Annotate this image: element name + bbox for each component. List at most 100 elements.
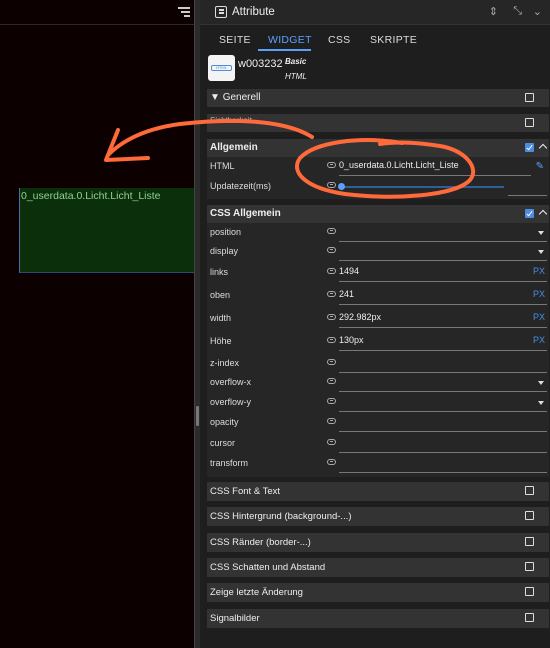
editor-canvas[interactable]: 0_userdata.0.Licht.Licht_Liste	[0, 0, 194, 648]
group-css-allgemein[interactable]: CSS Allgemein	[207, 205, 549, 223]
section-checkbox[interactable]	[525, 537, 534, 546]
section-checkbox[interactable]	[525, 562, 534, 571]
section-checkbox[interactable]	[525, 511, 534, 520]
field-label: width	[210, 313, 232, 323]
link-icon[interactable]	[327, 162, 336, 168]
expand-icon[interactable]: ⌄	[533, 5, 542, 18]
section-css-raender[interactable]: CSS Ränder (border-...)	[207, 533, 549, 552]
html-input[interactable]: 0_userdata.0.Licht.Licht_Liste	[339, 160, 459, 170]
group-css-allgemein-checkbox[interactable]	[525, 209, 534, 218]
section-css-font[interactable]: CSS Font & Text	[207, 482, 549, 501]
widget-content-text: 0_userdata.0.Licht.Licht_Liste	[21, 190, 161, 202]
section-checkbox[interactable]	[525, 613, 534, 622]
css-field-position: position	[207, 223, 549, 243]
css-field-links: links 1494 PX	[207, 263, 549, 283]
widget-info: HTML w003232 Basic HTML	[200, 52, 550, 88]
tab-skripte[interactable]: SKRIPTE	[370, 34, 417, 46]
unit-toggle[interactable]: PX	[533, 289, 545, 299]
chevron-down-icon[interactable]	[538, 381, 544, 385]
link-icon[interactable]	[327, 359, 336, 365]
chevron-down-icon[interactable]	[538, 250, 544, 254]
link-icon[interactable]	[327, 459, 336, 465]
link-icon[interactable]	[327, 418, 336, 424]
section-signalbilder[interactable]: Signalbilder	[207, 609, 549, 628]
chevron-down-icon[interactable]	[538, 401, 544, 405]
group-css-allgemein-title: CSS Allgemein	[210, 208, 281, 219]
attributes-panel: Attribute ⇕ ⤡ ⌄ SEITE WIDGET CSS SKRIPTE…	[200, 0, 550, 648]
unit-toggle[interactable]: PX	[533, 312, 545, 322]
chevron-up-icon[interactable]	[538, 209, 548, 219]
field-label: cursor	[210, 438, 236, 448]
link-icon[interactable]	[327, 378, 336, 384]
menu-icon[interactable]	[178, 7, 190, 17]
field-label: links	[210, 267, 229, 277]
collapse-all-icon[interactable]: ⤡	[513, 5, 522, 18]
group-sichtbarkeit-title: Sichtbarkeit	[210, 116, 252, 125]
link-icon[interactable]	[327, 228, 336, 234]
css-field-display: display	[207, 242, 549, 262]
updatezeit-slider-track[interactable]	[341, 186, 504, 188]
link-icon[interactable]	[327, 314, 336, 320]
field-input[interactable]: 241	[339, 289, 354, 299]
link-icon[interactable]	[327, 268, 336, 274]
unit-toggle[interactable]: PX	[533, 335, 545, 345]
group-generell-title: Generell	[222, 92, 261, 103]
css-field-width: width 292.982px PX	[207, 309, 549, 329]
css-field-transform: transform	[207, 454, 549, 474]
canvas-toolbar	[0, 0, 194, 25]
reorder-icon[interactable]: ⇕	[489, 5, 498, 18]
group-generell[interactable]: ▼ Generell	[207, 89, 549, 107]
group-allgemein[interactable]: Allgemein	[207, 139, 549, 157]
field-label: overflow-x	[210, 377, 252, 387]
field-input[interactable]: 130px	[339, 335, 364, 345]
link-icon[interactable]	[327, 398, 336, 404]
section-checkbox[interactable]	[525, 486, 534, 495]
tab-css[interactable]: CSS	[328, 34, 351, 46]
link-icon[interactable]	[327, 337, 336, 343]
field-input[interactable]: 292.982px	[339, 312, 381, 322]
section-css-hintergrund[interactable]: CSS Hintergrund (background-...)	[207, 507, 549, 526]
tab-seite[interactable]: SEITE	[219, 34, 251, 46]
widget-set: Basic	[285, 57, 307, 66]
css-field-cursor: cursor	[207, 434, 549, 454]
chevron-down-icon[interactable]	[538, 231, 544, 235]
field-label: position	[210, 227, 242, 237]
group-sichtbarkeit[interactable]: Sichtbarkeit	[207, 114, 549, 132]
section-title: Signalbilder	[210, 613, 260, 624]
section-letzte-aenderung[interactable]: Zeige letzte Änderung	[207, 583, 549, 602]
group-allgemein-title: Allgemein	[210, 142, 258, 153]
group-generell-checkbox[interactable]	[525, 93, 534, 102]
field-input[interactable]: 1494	[339, 266, 359, 276]
widget-type: HTML	[285, 72, 307, 81]
widget-thumbnail: HTML	[208, 55, 235, 81]
field-updatezeit: Updatezeit(ms)	[207, 177, 549, 197]
link-icon[interactable]	[327, 439, 336, 445]
group-allgemein-body: HTML 0_userdata.0.Licht.Licht_Liste ✎ Up…	[207, 157, 549, 199]
section-title: CSS Ränder (border-...)	[210, 537, 311, 548]
section-title: CSS Hintergrund (background-...)	[210, 511, 352, 522]
section-title: CSS Font & Text	[210, 486, 281, 497]
unit-toggle[interactable]: PX	[533, 266, 545, 276]
html-widget[interactable]: 0_userdata.0.Licht.Licht_Liste	[19, 188, 194, 273]
link-icon[interactable]	[327, 247, 336, 253]
chevron-up-icon[interactable]	[538, 143, 548, 153]
group-css-allgemein-body: position display links 1494 PX oben 241 PX width…	[207, 223, 549, 477]
link-icon[interactable]	[327, 291, 336, 297]
css-field-opacity: opacity	[207, 413, 549, 433]
group-allgemein-checkbox[interactable]	[525, 143, 534, 152]
pencil-icon[interactable]: ✎	[536, 161, 544, 172]
field-label: transform	[210, 458, 249, 468]
tab-widget[interactable]: WIDGET	[268, 34, 312, 46]
group-sichtbarkeit-checkbox[interactable]	[525, 118, 534, 127]
panel-tabs: SEITE WIDGET CSS SKRIPTE	[200, 25, 550, 52]
section-title: Zeige letzte Änderung	[210, 587, 303, 598]
active-tab-indicator	[258, 49, 311, 51]
field-html: HTML 0_userdata.0.Licht.Licht_Liste ✎	[207, 157, 549, 177]
section-checkbox[interactable]	[525, 587, 534, 596]
link-icon[interactable]	[327, 182, 336, 188]
splitter-grip[interactable]	[196, 406, 199, 426]
section-css-schatten[interactable]: CSS Schatten und Abstand	[207, 558, 549, 577]
updatezeit-slider-handle[interactable]	[338, 183, 345, 190]
field-label: display	[210, 246, 239, 256]
css-field-höhe: Höhe 130px PX	[207, 332, 549, 352]
